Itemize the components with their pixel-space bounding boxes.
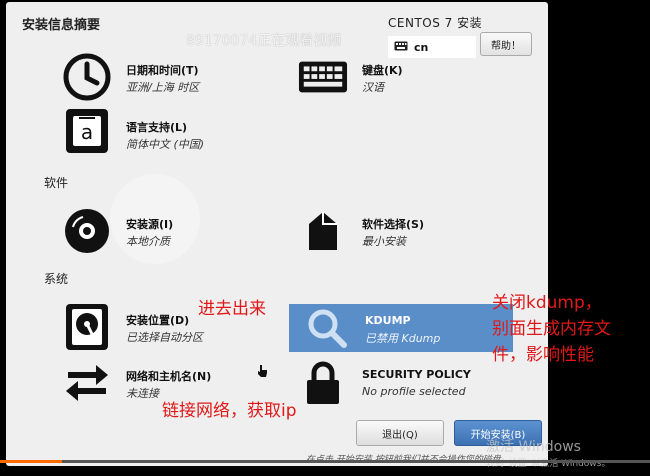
- hub-install-destination-title: 安装位置(D): [126, 314, 190, 327]
- hub-language[interactable]: a 语言支持(L) 简体中文 (中国): [62, 106, 262, 158]
- package-icon: [298, 206, 348, 256]
- hub-datetime-title: 日期和时间(T): [126, 64, 199, 77]
- footer-warning: 在点击 开始安装 按钮前我们并不会操作您的磁盘。: [306, 452, 510, 465]
- hub-security-policy-title: SECURITY POLICY: [362, 368, 471, 381]
- hand-cursor-icon: [256, 364, 268, 381]
- hub-kdump[interactable]: KDUMP 已禁用 Kdump: [289, 304, 513, 352]
- lock-icon: [298, 358, 348, 408]
- hub-network-status: 未连接: [126, 387, 159, 400]
- hub-language-status: 简体中文 (中国): [126, 138, 205, 151]
- hub-security-policy[interactable]: SECURITY POLICY No profile selected: [298, 358, 518, 410]
- hub-install-source-status: 本地介质: [126, 235, 170, 248]
- hub-language-title: 语言支持(L): [126, 121, 188, 134]
- video-progress-bar[interactable]: [0, 460, 650, 463]
- hub-datetime[interactable]: 日期和时间(T) 亚洲/上海 时区: [62, 52, 262, 102]
- hard-disk-icon: [62, 302, 112, 352]
- product-title: CENTOS 7 安装: [388, 16, 483, 30]
- video-progress-fill: [0, 460, 62, 463]
- language-icon: a: [62, 106, 112, 156]
- page-title: 安装信息摘要: [22, 18, 101, 33]
- hub-kdump-title: KDUMP: [365, 314, 411, 327]
- annotation-network: 链接网络，获取ip: [162, 401, 297, 421]
- hub-install-source-title: 安装源(I): [126, 218, 174, 231]
- magnifier-icon: [305, 306, 349, 350]
- clock-icon: [62, 52, 112, 102]
- hub-software-selection[interactable]: 软件选择(S) 最小安装: [298, 206, 498, 258]
- hub-network-title: 网络和主机名(N): [126, 370, 212, 383]
- svg-text:a: a: [81, 120, 93, 144]
- hub-datetime-status: 亚洲/上海 时区: [126, 81, 200, 94]
- hub-install-destination-status: 已选择自动分区: [126, 331, 203, 344]
- network-arrows-icon: [62, 358, 112, 408]
- hub-keyboard-title: 键盘(K): [362, 64, 403, 77]
- viewer-watermark: 89170074正在观看视频: [186, 33, 342, 49]
- hub-software-selection-title: 软件选择(S): [362, 218, 424, 231]
- activate-windows-title: 激活 Windows: [486, 439, 581, 455]
- section-system-label: 系统: [44, 272, 69, 286]
- annotation-kdump-line1: 关闭kdump，: [492, 293, 602, 313]
- quit-button[interactable]: 退出(Q): [356, 420, 444, 446]
- hub-keyboard-status: 汉语: [362, 81, 384, 94]
- disc-icon: [62, 206, 112, 256]
- annotation-kdump-line2: 别面生成内存文: [492, 319, 611, 339]
- annotation-enter-exit: 进去出来: [198, 299, 266, 319]
- installer-window: 安装信息摘要 CENTOS 7 安装 cn 帮助！ 日期和时间(T) 亚洲/上海…: [6, 2, 548, 466]
- section-software-label: 软件: [44, 176, 69, 190]
- hub-software-selection-status: 最小安装: [362, 235, 406, 248]
- annotation-kdump-line3: 件，影响性能: [492, 345, 594, 365]
- keyboard-hub-icon: [298, 52, 348, 102]
- hub-kdump-status: 已禁用 Kdump: [365, 332, 441, 345]
- hub-keyboard[interactable]: 键盘(K) 汉语: [298, 52, 498, 102]
- video-stage: 安装信息摘要 CENTOS 7 安装 cn 帮助！ 日期和时间(T) 亚洲/上海…: [0, 0, 650, 476]
- hub-install-source[interactable]: 安装源(I) 本地介质: [62, 206, 262, 258]
- hub-security-policy-status: No profile selected: [362, 385, 466, 398]
